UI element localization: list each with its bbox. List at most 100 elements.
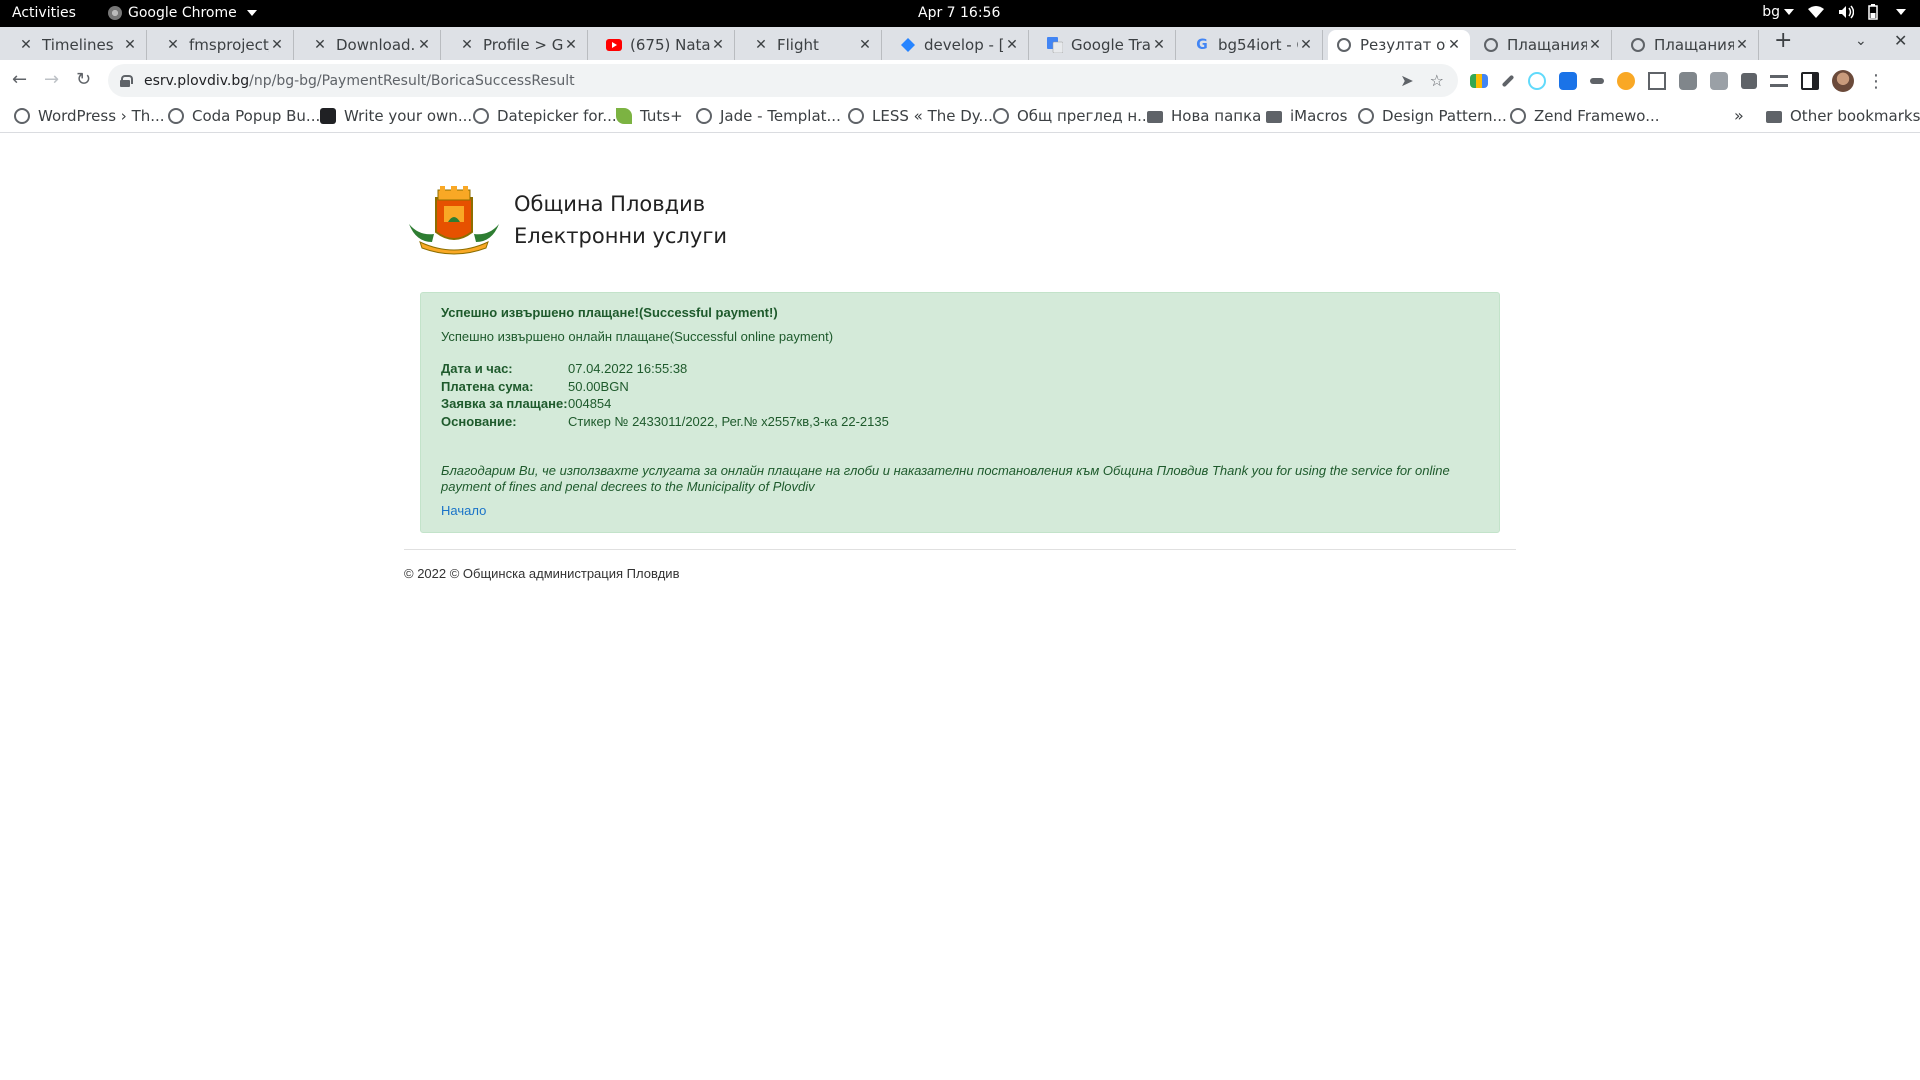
tab-active[interactable]: Резултат от ✕ [1328, 30, 1470, 60]
browser-toolbar: ← → ↻ esrv.plovdiv.bg/np/bg-bg/PaymentRe… [0, 60, 1920, 101]
tab[interactable]: (675) Natali✕ [598, 30, 735, 60]
globe-icon [1483, 37, 1499, 53]
bookmark-item[interactable]: Tuts+ [616, 107, 683, 125]
tab-close-icon[interactable]: ✕ [122, 37, 138, 53]
tab[interactable]: ✕ Flight ✕ [745, 30, 882, 60]
globe-icon [1630, 37, 1646, 53]
back-icon[interactable]: ← [12, 69, 27, 90]
app-menu[interactable]: Google Chrome [108, 5, 257, 21]
youtube-icon [606, 37, 622, 53]
tab[interactable]: Google Tran✕ [1039, 30, 1176, 60]
detail-value: 07.04.2022 16:55:38 [568, 361, 688, 377]
url-path: /np/bg-bg/PaymentResult/BoricaSuccessRes… [249, 72, 575, 89]
new-tab-icon[interactable]: + [1774, 28, 1792, 53]
tab-search-icon[interactable]: ⌄ [1855, 33, 1867, 49]
bookmark-item[interactable]: Design Pattern... [1358, 107, 1507, 125]
bookmarks-bar: WordPress › Th... Coda Popup Bu... Write… [0, 101, 1920, 133]
tab-close-icon[interactable]: ✕ [1151, 37, 1167, 53]
tab-close-icon[interactable]: ✕ [857, 37, 873, 53]
clock[interactable]: Apr 7 16:56 [918, 5, 1000, 21]
bookmark-item[interactable]: Zend Framewo... [1510, 107, 1660, 125]
send-icon[interactable]: ➤ [1400, 71, 1413, 90]
plovdiv-coat-of-arms-logo[interactable] [404, 184, 504, 256]
forward-icon[interactable]: → [44, 69, 59, 90]
site-title: Община Пловдив Електронни услуги [514, 188, 727, 252]
gear-extension-icon[interactable] [1617, 72, 1635, 90]
bookmark-item[interactable]: WordPress › Th... [14, 107, 165, 125]
tab-close-icon[interactable]: ✕ [1298, 37, 1314, 53]
lock-icon[interactable] [120, 74, 133, 87]
tab[interactable]: develop - [fi✕ [892, 30, 1029, 60]
google-icon: G [1196, 37, 1208, 53]
tab-close-icon[interactable]: ✕ [1446, 37, 1462, 53]
tab[interactable]: Gbg54iort - G✕ [1186, 30, 1323, 60]
footer-copyright: © 2022 © Общинска администрация Пловдив [404, 566, 680, 581]
globe-icon [848, 108, 864, 124]
tab-close-icon[interactable]: ✕ [1004, 37, 1020, 53]
footer-divider [404, 549, 1516, 550]
detail-value: 50.00BGN [568, 378, 629, 394]
puzzle-icon[interactable] [1741, 73, 1757, 89]
tag-extension-icon[interactable] [1559, 72, 1577, 90]
system-top-bar: Activities Google Chrome Apr 7 16:56 bg [0, 0, 1920, 27]
move-extension-icon[interactable] [1648, 72, 1666, 90]
image-extension-icon[interactable] [1710, 72, 1728, 90]
alert-subheading: Успешно извършено онлайн плащане(Success… [441, 329, 834, 344]
code-extension-icon[interactable] [1679, 72, 1697, 90]
profile-avatar[interactable] [1832, 70, 1854, 92]
home-link[interactable]: Начало [441, 503, 486, 518]
tab-close-icon[interactable]: ✕ [1587, 37, 1603, 53]
globe-icon [1510, 108, 1526, 124]
globe-icon [696, 108, 712, 124]
tab[interactable]: Плащания п✕ [1622, 30, 1759, 60]
write-icon [320, 108, 336, 124]
chart-extension-icon[interactable] [1470, 74, 1488, 88]
site-header: Община Пловдив Електронни услуги [404, 184, 727, 256]
system-tray[interactable]: bg [1762, 4, 1906, 20]
eyedropper-extension-icon[interactable] [1501, 74, 1515, 88]
star-icon[interactable]: ☆ [1430, 71, 1444, 90]
caret-down-icon [1896, 9, 1906, 15]
x-icon: ✕ [167, 37, 179, 53]
other-bookmarks[interactable]: Other bookmarks [1766, 107, 1920, 125]
tab[interactable]: ✕fmsproject/l✕ [157, 30, 294, 60]
window-close-icon[interactable]: ✕ [1894, 31, 1907, 50]
bookmark-folder[interactable]: Нова папка [1147, 107, 1261, 125]
hammer-extension-icon[interactable] [1590, 78, 1604, 84]
react-extension-icon[interactable] [1528, 72, 1546, 90]
bookmark-item[interactable]: Write your own... [320, 107, 472, 125]
tab-close-icon[interactable]: ✕ [710, 37, 726, 53]
chrome-icon [108, 6, 122, 20]
globe-icon [14, 108, 30, 124]
bookmark-folder[interactable]: iMacros [1266, 107, 1347, 125]
globe-icon [1336, 37, 1352, 53]
globe-icon [1358, 108, 1374, 124]
address-bar[interactable]: esrv.plovdiv.bg/np/bg-bg/PaymentResult/B… [108, 64, 1458, 97]
menu-kebab-icon[interactable]: ⋮ [1867, 71, 1885, 92]
page-content: Община Пловдив Електронни услуги Успешно… [0, 134, 1920, 1080]
keyboard-layout[interactable]: bg [1762, 4, 1794, 20]
globe-icon [473, 108, 489, 124]
reload-icon[interactable]: ↻ [76, 69, 91, 90]
tab[interactable]: ✕Profile > Ge✕ [451, 30, 588, 60]
side-panel-icon[interactable] [1801, 72, 1819, 90]
tab-close-icon[interactable]: ✕ [269, 37, 285, 53]
tab[interactable]: ✕ Timelines ✕ [10, 30, 147, 60]
detail-row: Основание: Стикер № 2433011/2022, Рег.№ … [441, 413, 889, 431]
bookmark-item[interactable]: Coda Popup Bu... [168, 107, 320, 125]
tab-close-icon[interactable]: ✕ [563, 37, 579, 53]
tab[interactable]: Плащания п✕ [1475, 30, 1612, 60]
tab-close-icon[interactable]: ✕ [416, 37, 432, 53]
translate-icon [1047, 37, 1063, 53]
tab[interactable]: ✕ Download... ✕ [304, 30, 441, 60]
reading-list-icon[interactable] [1770, 75, 1788, 87]
bookmarks-overflow-button[interactable]: » [1734, 106, 1744, 125]
bookmark-item[interactable]: Datepicker for... [473, 107, 617, 125]
tab-close-icon[interactable]: ✕ [1734, 37, 1750, 53]
detail-row: Дата и час: 07.04.2022 16:55:38 [441, 360, 889, 378]
bookmark-item[interactable]: Jade - Templat... [696, 107, 841, 125]
bookmark-item[interactable]: Общ преглед н... [993, 107, 1151, 125]
leaf-icon [616, 108, 632, 124]
bookmark-item[interactable]: LESS « The Dy... [848, 107, 993, 125]
activities-button[interactable]: Activities [12, 5, 76, 21]
